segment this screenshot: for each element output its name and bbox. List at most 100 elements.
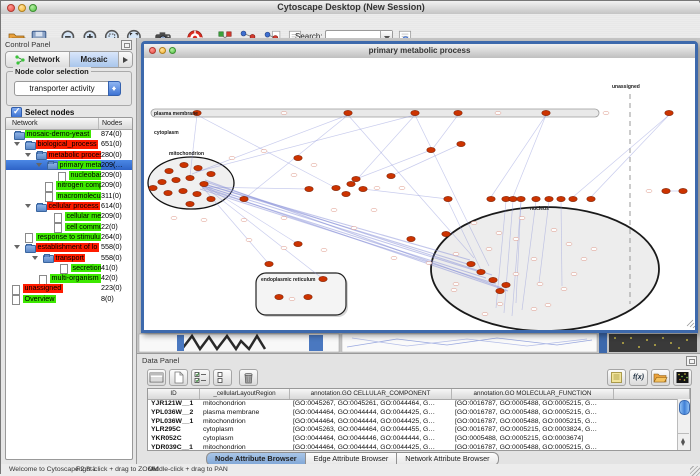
network-frame-titlebar[interactable]: primary metabolic process <box>144 44 695 59</box>
expand-arrow-icon[interactable] <box>25 153 31 160</box>
attribute-table[interactable]: ID_cellularLayoutRegionannotation.GO CEL… <box>147 388 691 451</box>
network-node[interactable] <box>165 168 173 173</box>
network-node[interactable] <box>305 186 313 191</box>
network-node[interactable] <box>542 110 550 115</box>
network-node[interactable] <box>587 196 595 201</box>
network-tree-row[interactable]: cellular process614(0) <box>6 201 132 211</box>
table-scrollbar[interactable] <box>677 399 690 450</box>
network-tree-row[interactable]: nitrogen compo209(0) <box>6 180 132 190</box>
network-node[interactable] <box>207 171 215 176</box>
window-resize-grip[interactable] <box>690 466 700 476</box>
scroll-down-icon[interactable] <box>681 442 685 448</box>
network-node[interactable] <box>665 110 673 115</box>
network-tree-row[interactable]: secretion41(0) <box>6 263 132 273</box>
network-node[interactable] <box>442 231 450 236</box>
combobox-value[interactable]: transporter activity <box>14 81 110 96</box>
table-row[interactable]: YJR121W__1mitochondrion[GO:0045267, GO:0… <box>148 400 690 409</box>
column-header[interactable]: annotation.GO MOLECULAR_FUNCTION <box>452 389 614 399</box>
table-row[interactable]: YPL036W__1mitochondrion[GO:0044464, GO:0… <box>148 418 690 427</box>
unselect-attributes-icon[interactable] <box>213 369 232 386</box>
network-tree-row[interactable]: biological_process651(0) <box>6 139 132 149</box>
network-node[interactable] <box>427 147 435 152</box>
attribute-matrix-icon[interactable] <box>673 369 692 386</box>
notes-icon[interactable] <box>607 369 626 386</box>
node-color-combobox[interactable]: transporter activity <box>14 81 122 96</box>
network-node[interactable] <box>569 196 577 201</box>
network-node[interactable] <box>496 288 504 293</box>
network-node[interactable] <box>186 175 194 180</box>
scrollbar-thumb[interactable] <box>679 400 690 415</box>
network-node[interactable] <box>172 177 180 182</box>
network-tree-row[interactable]: unassigned223(0) <box>6 283 132 293</box>
network-node[interactable] <box>509 196 517 201</box>
table-row[interactable]: YLR295Ccytoplasm[GO:0045263, GO:0044464,… <box>148 426 690 435</box>
network-node[interactable] <box>265 261 273 266</box>
network-node[interactable] <box>532 196 540 201</box>
network-canvas[interactable]: plasma membranecytoplasmmitochondrionnuc… <box>144 58 695 330</box>
select-attributes-icon[interactable] <box>191 369 210 386</box>
network-tree-row[interactable]: cell communicat22(0) <box>6 222 132 232</box>
column-header[interactable]: ID <box>148 389 200 399</box>
network-node[interactable] <box>275 294 283 299</box>
network-node[interactable] <box>186 201 194 206</box>
network-node[interactable] <box>319 276 327 281</box>
network-node[interactable] <box>158 179 166 184</box>
function-builder-icon[interactable]: f(x) <box>629 369 648 386</box>
network-node[interactable] <box>502 282 510 287</box>
network-tree-row[interactable]: Overview8(0) <box>6 294 132 304</box>
combobox-stepper-icon[interactable] <box>108 81 121 96</box>
network-node[interactable] <box>489 277 497 282</box>
attribute-table-icon[interactable] <box>147 369 166 386</box>
network-node[interactable] <box>407 236 415 241</box>
table-row[interactable]: YKR052Ccytoplasm[GO:0044464, GO:0044446,… <box>148 435 690 444</box>
network-node[interactable] <box>164 190 172 195</box>
network-node[interactable] <box>457 141 465 146</box>
expand-arrow-icon[interactable] <box>14 245 20 252</box>
tab-overflow-arrow-icon[interactable] <box>119 52 132 67</box>
network-node[interactable] <box>347 181 355 186</box>
float-data-panel-icon[interactable] <box>686 356 697 366</box>
float-panel-icon[interactable] <box>121 40 132 50</box>
network-node[interactable] <box>517 196 525 201</box>
network-tree-row[interactable]: macromolecule311(0) <box>6 191 132 201</box>
network-node[interactable] <box>194 165 202 170</box>
network-node[interactable] <box>207 196 215 201</box>
tab-network[interactable]: Network <box>6 52 70 67</box>
network-node[interactable] <box>294 155 302 160</box>
network-node[interactable] <box>344 110 352 115</box>
network-node[interactable] <box>477 269 485 274</box>
network-node[interactable] <box>662 188 670 193</box>
network-tree-row[interactable]: cellular metabol209(0) <box>6 211 132 221</box>
expand-arrow-icon[interactable] <box>32 256 38 263</box>
delete-attribute-icon[interactable] <box>239 369 258 386</box>
network-node[interactable] <box>454 110 462 115</box>
network-node[interactable] <box>411 110 419 115</box>
network-node[interactable] <box>179 188 187 193</box>
tab-mosaic[interactable]: Mosaic <box>70 52 119 67</box>
expand-arrow-icon[interactable] <box>25 204 31 211</box>
network-tree-row[interactable]: primary metabo209(… <box>6 160 132 170</box>
network-tree-row[interactable]: mosaic-demo-yeast874(0) <box>6 129 132 139</box>
network-node[interactable] <box>679 188 687 193</box>
network-node[interactable] <box>444 196 452 201</box>
network-node[interactable] <box>200 181 208 186</box>
network-node[interactable] <box>352 176 360 181</box>
attribute-table-header[interactable]: ID_cellularLayoutRegionannotation.GO CEL… <box>148 389 690 400</box>
network-node[interactable] <box>149 185 157 190</box>
table-row[interactable]: YDR039C__1mitochondrion[GO:0044464, GO:0… <box>148 444 690 451</box>
network-node[interactable] <box>557 196 565 201</box>
expand-arrow-icon[interactable] <box>14 142 20 149</box>
network-node[interactable] <box>545 196 553 201</box>
table-row[interactable]: YPL036W__2plasma membrane[GO:0044464, GO… <box>148 409 690 418</box>
column-header[interactable]: _cellularLayoutRegion <box>200 389 290 399</box>
window-titlebar[interactable]: Cytoscape Desktop (New Session) <box>1 1 700 15</box>
network-node[interactable] <box>387 173 395 178</box>
network-tree-row[interactable]: multi-organism pro42(0) <box>6 273 132 283</box>
network-node[interactable] <box>304 294 312 299</box>
network-tree-row[interactable]: response to stimulu264(0) <box>6 232 132 242</box>
network-tree-row[interactable]: transport558(0) <box>6 253 132 263</box>
network-view-frame[interactable]: primary metabolic process plasma membran… <box>141 41 698 333</box>
new-attribute-icon[interactable] <box>169 369 188 386</box>
network-node[interactable] <box>240 196 248 201</box>
network-tree-row[interactable]: nucleobase-209(0) <box>6 170 132 180</box>
